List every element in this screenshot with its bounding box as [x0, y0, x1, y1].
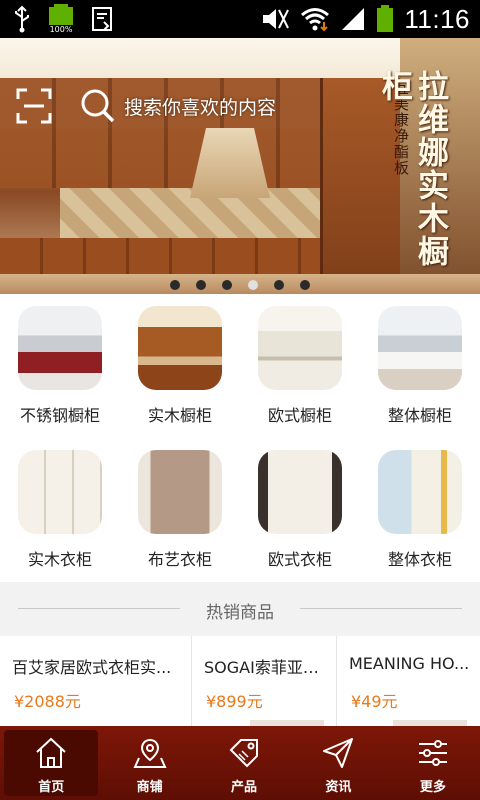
tab-products[interactable]: 产品: [197, 726, 291, 800]
wifi-icon: [301, 8, 330, 32]
battery-full-icon: 100%: [46, 4, 76, 34]
product-price: ¥899元: [206, 692, 263, 711]
solid-wood-kitchen-image: [138, 306, 222, 390]
scan-icon[interactable]: [16, 88, 52, 124]
tab-news[interactable]: 资讯: [291, 726, 385, 800]
european-kitchen-image: [258, 306, 342, 390]
category-integrated-kitchen[interactable]: 整体橱柜: [360, 294, 480, 438]
product-card[interactable]: SOGAI索菲亚衣... ¥899元: [192, 636, 337, 726]
signal-icon: [342, 8, 365, 30]
fabric-wardrobe-image: [138, 450, 222, 534]
search-bar[interactable]: 搜索你喜欢的内容: [80, 84, 390, 128]
tab-label: 资讯: [325, 780, 352, 795]
status-bar: 100% 11:16: [0, 0, 480, 38]
battery-percent: 100%: [49, 25, 73, 34]
tab-label: 更多: [419, 780, 446, 795]
tab-label: 商铺: [136, 780, 163, 795]
divider-line: [300, 608, 462, 609]
category-european-wardrobe[interactable]: 欧式衣柜: [240, 438, 360, 582]
category-solid-wood-kitchen[interactable]: 实木橱柜: [120, 294, 240, 438]
category-label: 实木衣柜: [27, 550, 92, 569]
sliders-icon: [418, 740, 447, 766]
integrated-kitchen-image: [378, 306, 462, 390]
product-name: MEANING HO...: [349, 654, 470, 673]
category-label: 欧式橱柜: [267, 406, 332, 425]
category-label: 实木橱柜: [147, 406, 212, 425]
carousel-dot[interactable]: [274, 280, 284, 290]
category-label: 布艺衣柜: [147, 550, 212, 569]
battery-icon: [377, 5, 394, 32]
tab-more[interactable]: 更多: [386, 726, 480, 800]
product-name: SOGAI索菲亚衣...: [204, 658, 332, 677]
category-label: 整体衣柜: [387, 550, 452, 569]
clock: 11:16: [404, 3, 470, 34]
usb-icon: [15, 5, 29, 33]
paper-plane-icon: [323, 738, 354, 768]
hot-products-title: 热销商品: [206, 603, 274, 623]
search-placeholder: 搜索你喜欢的内容: [124, 96, 277, 119]
stainless-kitchen-image: [18, 306, 102, 390]
tab-shop[interactable]: 商铺: [102, 726, 196, 800]
mute-icon: [263, 9, 290, 29]
category-fabric-wardrobe[interactable]: 布艺衣柜: [120, 438, 240, 582]
category-label: 整体橱柜: [387, 406, 452, 425]
shop-map-icon: [133, 738, 167, 768]
category-label: 不锈钢橱柜: [19, 406, 100, 425]
category-european-kitchen[interactable]: 欧式橱柜: [240, 294, 360, 438]
promo-banner[interactable]: 宜美康净酯板 拉维娜实木橱柜 搜索你喜欢的内容: [0, 38, 480, 294]
carousel-dot-active[interactable]: [248, 280, 258, 290]
product-name: 百艾家居欧式衣柜实...: [12, 658, 172, 677]
european-wardrobe-image: [258, 450, 342, 534]
sale-tag-icon: [229, 739, 259, 768]
download-icon: [92, 7, 112, 31]
category-label: 欧式衣柜: [267, 550, 332, 569]
product-price: ¥2088元: [14, 692, 81, 711]
hot-products-list: 百艾家居欧式衣柜实... ¥2088元 SOGAI索菲亚衣... ¥899元 M…: [0, 636, 480, 726]
category-integrated-wardrobe[interactable]: 整体衣柜: [360, 438, 480, 582]
tab-label: 产品: [231, 780, 258, 795]
carousel-dot[interactable]: [300, 280, 310, 290]
home-icon: [36, 737, 66, 768]
solid-wood-wardrobe-image: [18, 450, 102, 534]
carousel-indicator: [0, 280, 480, 294]
carousel-dot[interactable]: [196, 280, 206, 290]
category-solid-wood-wardrobe[interactable]: 实木衣柜: [0, 438, 120, 582]
tab-label: 首页: [38, 780, 65, 795]
product-price: ¥49元: [351, 692, 398, 711]
carousel-dot[interactable]: [170, 280, 180, 290]
bottom-tab-bar: 首页 商铺 产品 资讯 更多: [0, 726, 480, 800]
integrated-wardrobe-image: [378, 450, 462, 534]
tab-home[interactable]: 首页: [4, 730, 99, 796]
carousel-dot[interactable]: [222, 280, 232, 290]
product-card[interactable]: MEANING HO... ¥49元: [337, 636, 480, 726]
search-icon: [81, 89, 115, 123]
hot-products-header: 热销商品: [0, 582, 480, 636]
category-grid: 不锈钢橱柜 实木橱柜 欧式橱柜 整体橱柜 实木衣柜 布艺衣柜 欧式衣柜 整体衣柜: [0, 294, 480, 582]
category-stainless-kitchen[interactable]: 不锈钢橱柜: [0, 294, 120, 438]
banner-title: 拉维娜实木橱柜: [376, 70, 448, 268]
product-card[interactable]: 百艾家居欧式衣柜实... ¥2088元: [0, 636, 192, 726]
